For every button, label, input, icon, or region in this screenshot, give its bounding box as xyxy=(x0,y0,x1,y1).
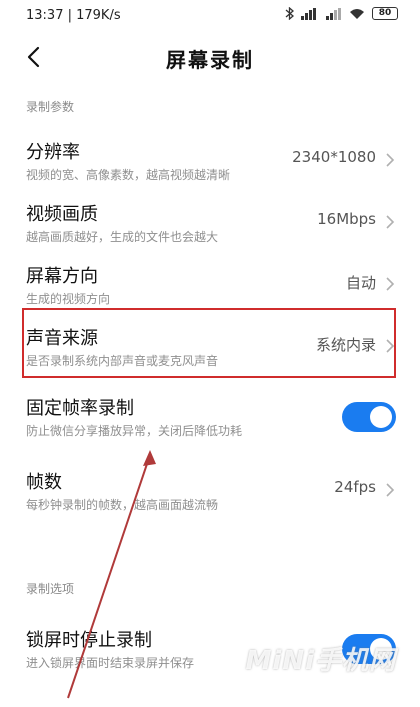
setting-value: 2340*1080 xyxy=(292,148,376,166)
setting-subtitle: 防止微信分享播放异常，关闭后降低功耗 xyxy=(26,424,243,438)
setting-resolution[interactable]: 分辨率 视频的宽、高像素数，越高视频越清晰 2340*1080 xyxy=(0,128,420,196)
setting-framerate[interactable]: 帧数 每秒钟录制的帧数，越高画面越流畅 24fps xyxy=(0,458,420,526)
status-time-speed: 13:37 | 179K/s xyxy=(26,8,121,23)
setting-title: 帧数 xyxy=(26,472,62,493)
setting-screen-orientation[interactable]: 屏幕方向 生成的视频方向 自动 xyxy=(0,252,420,320)
setting-title: 屏幕方向 xyxy=(26,266,98,287)
chevron-right-icon xyxy=(386,277,395,291)
fixed-framerate-toggle[interactable] xyxy=(342,402,396,432)
setting-subtitle: 视频的宽、高像素数，越高视频越清晰 xyxy=(26,168,231,182)
signal-2-icon xyxy=(326,7,342,20)
setting-value: 16Mbps xyxy=(317,210,376,228)
setting-subtitle: 每秒钟录制的帧数，越高画面越流畅 xyxy=(26,498,219,512)
chevron-right-icon xyxy=(386,339,395,353)
watermark: MiNi手机网 xyxy=(245,646,396,676)
chevron-right-icon xyxy=(386,153,395,167)
setting-sound-source[interactable]: 声音来源 是否录制系统内部声音或麦克风声音 系统内录 xyxy=(0,314,420,382)
setting-value: 24fps xyxy=(334,478,376,496)
setting-title: 分辨率 xyxy=(26,142,80,163)
setting-subtitle: 进入锁屏界面时结束录屏并保存 xyxy=(26,656,195,670)
setting-value: 系统内录 xyxy=(315,336,376,354)
status-icons: 80 xyxy=(285,7,398,20)
setting-video-quality[interactable]: 视频画质 越高画质越好，生成的文件也会越大 16Mbps xyxy=(0,190,420,258)
setting-title: 视频画质 xyxy=(26,204,98,225)
bluetooth-icon xyxy=(285,7,294,20)
setting-subtitle: 越高画质越好，生成的文件也会越大 xyxy=(26,230,219,244)
setting-title: 锁屏时停止录制 xyxy=(26,630,152,651)
chevron-right-icon xyxy=(386,215,395,229)
signal-icon xyxy=(301,7,319,20)
setting-subtitle: 生成的视频方向 xyxy=(26,292,111,306)
toggle-knob xyxy=(370,406,392,428)
setting-title: 固定帧率录制 xyxy=(26,398,134,419)
chevron-right-icon xyxy=(386,483,395,497)
wifi-icon xyxy=(349,8,365,20)
setting-fixed-framerate: 固定帧率录制 防止微信分享播放异常，关闭后降低功耗 xyxy=(0,384,420,452)
status-bar: 13:37 | 179K/s 80 xyxy=(0,0,420,32)
page-title: 屏幕录制 xyxy=(166,48,254,72)
section-title-recording-options: 录制选项 xyxy=(26,582,75,596)
header: 屏幕录制 xyxy=(0,34,420,80)
section-title-recording-params: 录制参数 xyxy=(26,100,75,114)
setting-subtitle: 是否录制系统内部声音或麦克风声音 xyxy=(26,354,219,368)
setting-title: 声音来源 xyxy=(26,328,98,349)
battery-indicator: 80 xyxy=(372,7,398,20)
setting-value: 自动 xyxy=(345,274,376,292)
